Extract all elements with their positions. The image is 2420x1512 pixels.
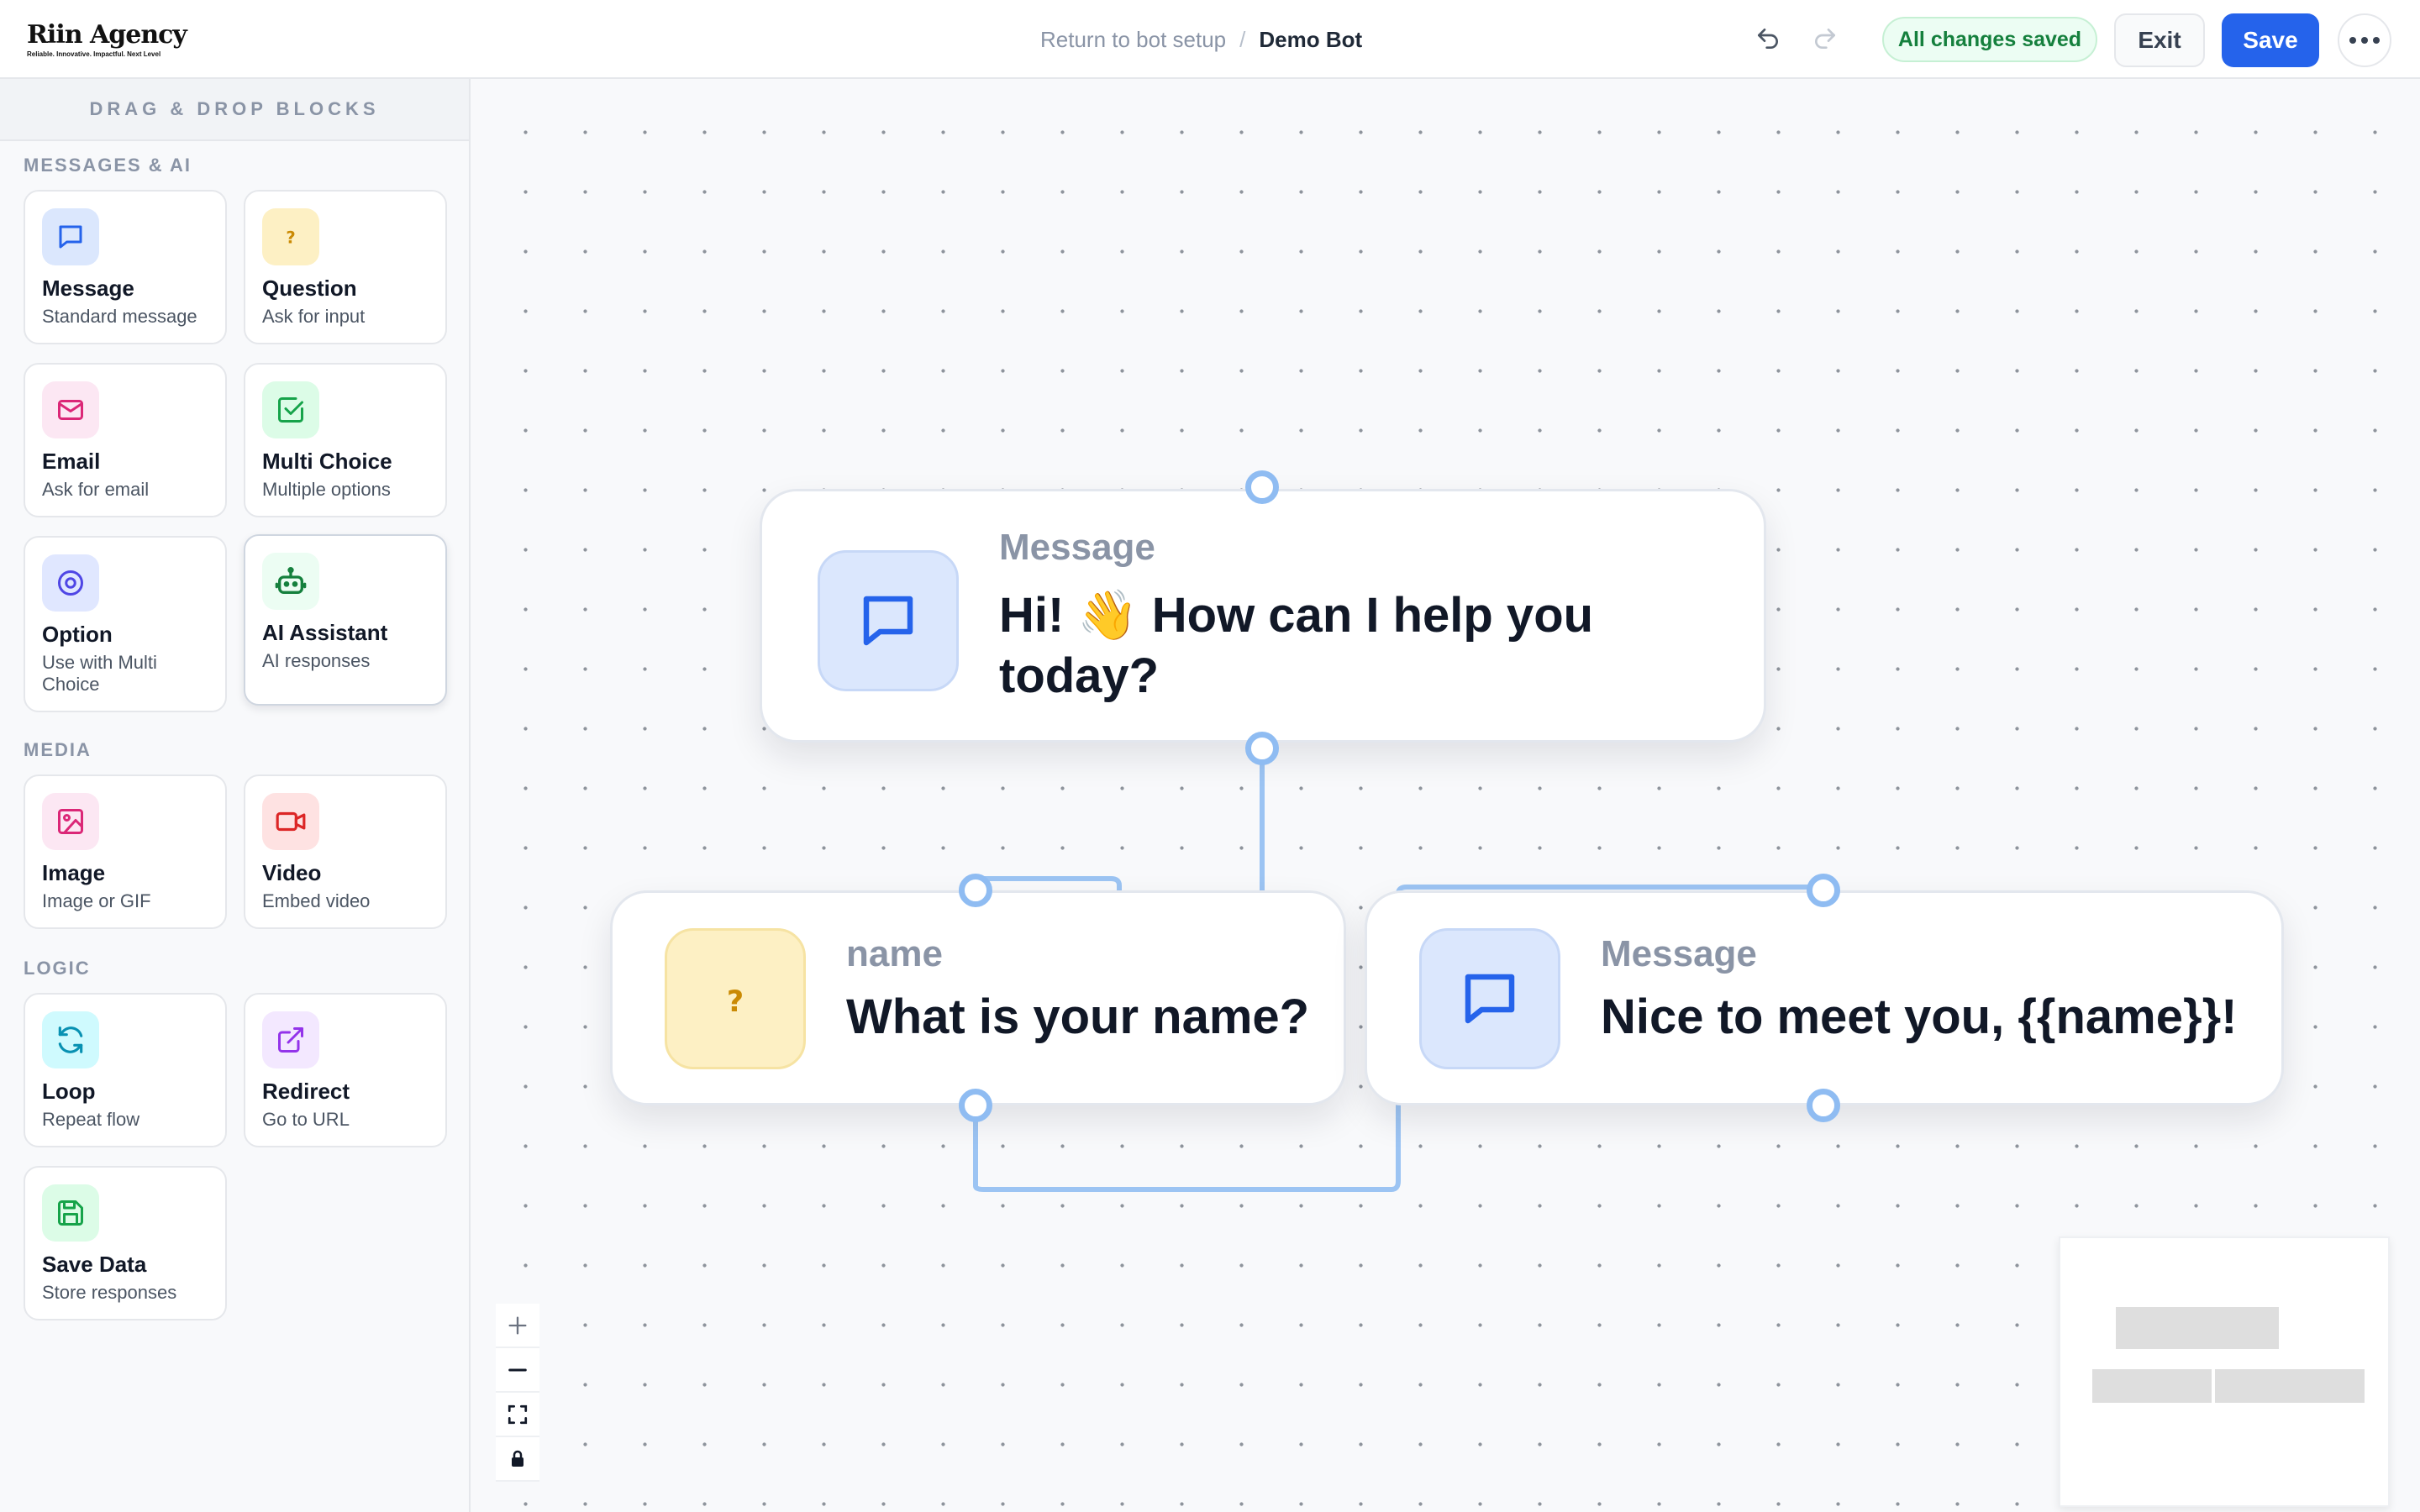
more-options-button[interactable] [2338, 13, 2391, 67]
message-icon [1419, 928, 1560, 1069]
block-description: AI responses [262, 650, 371, 671]
minimap[interactable] [2059, 1236, 2390, 1507]
return-to-bot-setup-link[interactable]: Return to bot setup [1040, 27, 1226, 52]
node-input-handle[interactable] [1807, 874, 1840, 907]
mail-icon [42, 381, 99, 438]
block-label: Redirect [262, 1079, 350, 1104]
zoom-out-icon[interactable] [496, 1348, 539, 1393]
question-icon: ? [665, 928, 806, 1069]
save-button[interactable]: Save [2222, 13, 2319, 67]
block-description: Image or GIF [42, 890, 151, 911]
block-ai-assistant[interactable]: AI Assistant AI responses [244, 534, 447, 706]
node-message-text: Hi! 👋 How can I help you today? [999, 588, 1594, 703]
block-label: Loop [42, 1079, 96, 1104]
block-description: Go to URL [262, 1109, 350, 1130]
fit-view-icon[interactable] [496, 1393, 539, 1437]
block-label: AI Assistant [262, 620, 388, 645]
blocks-sidebar: DRAG & DROP BLOCKS MESSAGES & AI Message… [0, 79, 471, 1512]
block-description: Ask for email [42, 479, 150, 500]
image-icon [42, 793, 99, 850]
node-question-text: What is your name? [846, 990, 1310, 1044]
block-multi-choice[interactable]: Multi Choice Multiple options [244, 363, 447, 517]
block-description: Embed video [262, 890, 371, 911]
message-icon [42, 208, 99, 265]
block-description: Repeat flow [42, 1109, 140, 1130]
exit-button[interactable]: Exit [2114, 13, 2205, 67]
question-icon: ? [262, 208, 319, 265]
block-description: Multiple options [262, 479, 391, 500]
option-circle-icon [42, 554, 99, 612]
node-type-label: Message [1601, 933, 1757, 974]
node-input-handle[interactable] [959, 874, 992, 907]
bot-name: Demo Bot [1259, 27, 1363, 52]
save-icon [42, 1184, 99, 1242]
more-horizontal-icon [2349, 37, 2380, 44]
minimap-node [2215, 1369, 2365, 1403]
block-video[interactable]: Video Embed video [244, 774, 447, 929]
brand-logo[interactable]: Riin Agency Reliable. Innovative. Impact… [27, 20, 187, 59]
node-type-label: Message [999, 527, 1155, 568]
node-message-text: Nice to meet you, {{name}}! [1601, 990, 2238, 1044]
edge-message-to-question [973, 747, 1265, 900]
brand-name: Riin Agency [27, 20, 187, 50]
svg-text:?: ? [727, 985, 744, 1019]
node-output-handle[interactable] [1807, 1089, 1840, 1122]
minimap-node [2116, 1307, 2279, 1349]
flow-node-question[interactable]: ? name What is your name? [610, 890, 1346, 1105]
block-description: Use with Multi Choice [42, 652, 157, 695]
sidebar-title: DRAG & DROP BLOCKS [0, 79, 469, 141]
block-label: Multi Choice [262, 449, 392, 474]
flow-node-reply-message[interactable]: Message Nice to meet you, {{name}}! [1365, 890, 2284, 1105]
checkbox-icon [262, 381, 319, 438]
block-label: Save Data [42, 1252, 147, 1277]
node-output-handle[interactable] [1245, 732, 1279, 765]
external-link-icon [262, 1011, 319, 1068]
section-title-media: MEDIA [24, 739, 92, 760]
undo-icon[interactable] [1751, 22, 1785, 55]
zoom-controls [496, 1304, 539, 1488]
robot-icon [262, 553, 319, 610]
redo-icon[interactable] [1808, 22, 1842, 55]
node-output-handle[interactable] [959, 1089, 992, 1122]
block-label: Question [262, 276, 357, 301]
block-label: Message [42, 276, 134, 301]
section-title-messages-ai: MESSAGES & AI [24, 155, 192, 176]
flow-node-welcome-message[interactable]: Message Hi! 👋 How can I help you today? [760, 489, 1766, 743]
block-description: Standard message [42, 306, 197, 327]
block-question[interactable]: ? Question Ask for input [244, 190, 447, 344]
block-image[interactable]: Image Image or GIF [24, 774, 227, 929]
breadcrumb: Return to bot setup / Demo Bot [1040, 25, 1362, 54]
block-loop[interactable]: Loop Repeat flow [24, 993, 227, 1147]
top-bar: Riin Agency Reliable. Innovative. Impact… [0, 0, 2420, 79]
block-label: Option [42, 622, 113, 647]
block-message[interactable]: Message Standard message [24, 190, 227, 344]
block-label: Video [262, 860, 322, 885]
brand-tagline: Reliable. Innovative. Impactful. Next Le… [27, 50, 161, 58]
save-status-badge: All changes saved [1882, 17, 2097, 62]
block-email[interactable]: Email Ask for email [24, 363, 227, 517]
block-save-data[interactable]: Save Data Store responses [24, 1166, 227, 1320]
block-description: Store responses [42, 1282, 177, 1303]
node-input-handle[interactable] [1245, 470, 1279, 504]
block-redirect[interactable]: Redirect Go to URL [244, 993, 447, 1147]
svg-text:?: ? [286, 228, 295, 248]
zoom-in-icon[interactable] [496, 1304, 539, 1348]
block-label: Image [42, 860, 106, 885]
block-label: Email [42, 449, 101, 474]
node-variable-label: name [846, 933, 943, 974]
loop-icon [42, 1011, 99, 1068]
message-icon [818, 550, 959, 691]
section-title-logic: LOGIC [24, 958, 91, 979]
video-icon [262, 793, 319, 850]
flow-canvas[interactable]: Message Hi! 👋 How can I help you today? … [471, 79, 2420, 1512]
block-description: Ask for input [262, 306, 366, 327]
lock-icon[interactable] [496, 1437, 539, 1482]
minimap-node [2092, 1369, 2212, 1403]
breadcrumb-separator: / [1239, 27, 1246, 52]
block-option[interactable]: Option Use with Multi Choice [24, 536, 227, 712]
